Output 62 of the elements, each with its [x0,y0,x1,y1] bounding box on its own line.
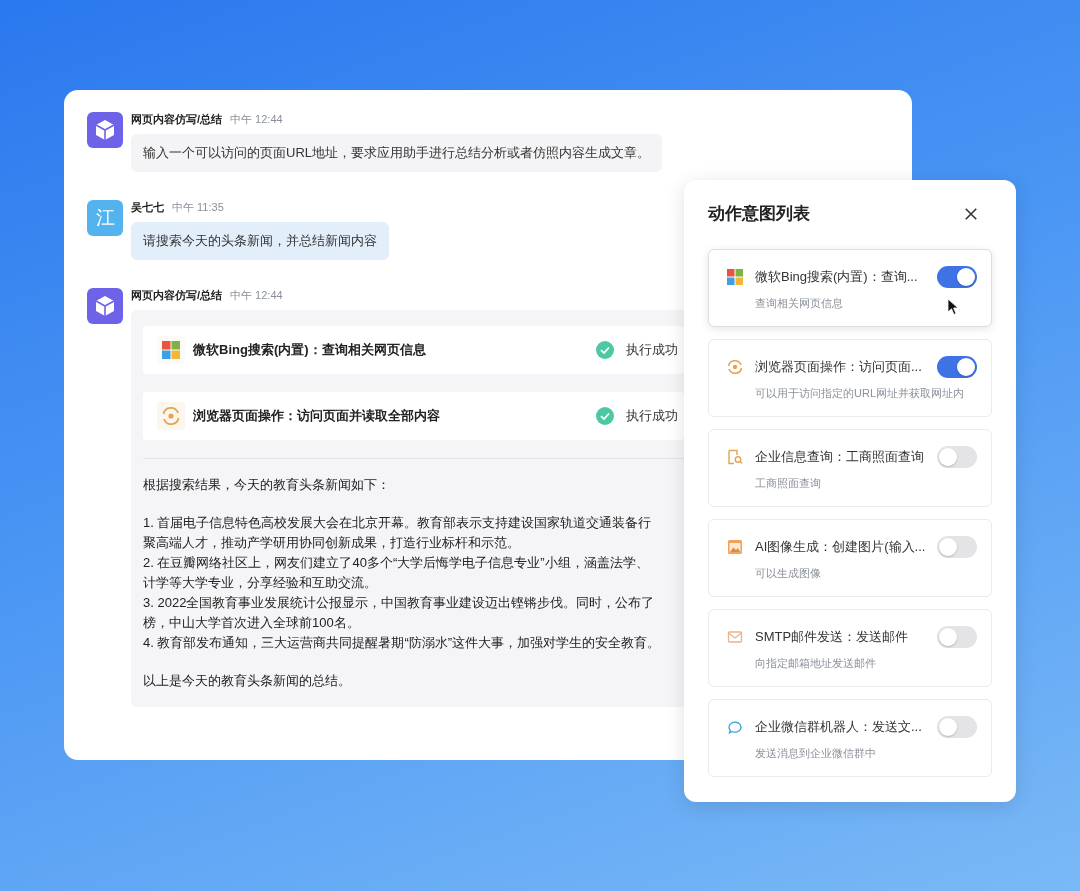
message-bubble: 输入一个可以访问的页面URL地址，要求应用助手进行总结分析或者仿照内容生成文章。 [131,134,662,172]
tool-call-row[interactable]: 浏览器页面操作：访问页面并读取全部内容 执行成功 [143,392,684,440]
author-name: 吴七七 [131,200,164,215]
toggle-switch[interactable] [937,446,977,468]
answer-text: 3. 2022全国教育事业发展统计公报显示，中国教育事业建设迈出铿锵步伐。同时，公布了 [143,594,655,612]
intent-description: 可以生成图像 [755,566,821,581]
cube-avatar-icon [87,288,123,324]
intent-description: 可以用于访问指定的URL网址并获取网址内 [755,386,964,401]
answer-text: 2. 在豆瓣网络社区上，网友们建立了40多个“大学后悔学电子信息专业”小组，涵盖法学、 [143,554,649,572]
user-avatar: 江 [87,200,123,236]
intent-description: 查询相关网页信息 [755,296,843,311]
answer-text: 以上是今天的教育头条新闻的总结。 [143,672,351,690]
tool-name: 浏览器页面操作：访问页面并读取全部内容 [193,407,440,425]
answer-text: 榜，中山大学首次进入全球前100名。 [143,614,360,632]
status-text: 执行成功 [626,407,678,425]
panel-title: 动作意图列表 [708,203,810,225]
toggle-switch[interactable] [937,266,977,288]
refresh-circle-icon [727,359,743,375]
intent-card[interactable]: 企业信息查询：工商照面查询 工商照面查询 [708,429,992,507]
intent-card[interactable]: SMTP邮件发送：发送邮件 向指定邮箱地址发送邮件 [708,609,992,687]
check-circle-icon [596,407,614,425]
author-name: 网页内容仿写/总结 [131,288,223,303]
answer-text: 计学等大学专业，分享经验和互助交流。 [143,574,377,592]
intent-description: 向指定邮箱地址发送邮件 [755,656,876,671]
toggle-switch[interactable] [937,626,977,648]
tool-name: 微软Bing搜索(内置)：查询相关网页信息 [193,341,426,359]
windows-grid-icon [157,336,185,364]
message-bubble: 请搜索今天的头条新闻，并总结新闻内容 [131,222,389,260]
intent-card[interactable]: 浏览器页面操作：访问页面... 可以用于访问指定的URL网址并获取网址内 [708,339,992,417]
intent-title: 微软Bing搜索(内置)：查询... [755,268,919,286]
intent-title: AI图像生成：创建图片(输入... [755,538,927,556]
intent-card[interactable]: 企业微信群机器人：发送文... 发送消息到企业微信群中 [708,699,992,777]
tool-call-row[interactable]: 微软Bing搜索(内置)：查询相关网页信息 执行成功 [143,326,684,374]
intent-card[interactable]: 微软Bing搜索(内置)：查询... 查询相关网页信息 [708,249,992,327]
answer-text: 根据搜索结果，今天的教育头条新闻如下： [143,476,390,494]
author-name: 网页内容仿写/总结 [131,112,223,127]
intent-title: SMTP邮件发送：发送邮件 [755,628,910,646]
intent-description: 发送消息到企业微信群中 [755,746,876,761]
intent-title: 浏览器页面操作：访问页面... [755,358,923,376]
answer-text: 聚高端人才，推动产学研用协同创新成果，打造行业标杆和示范。 [143,534,520,552]
status-text: 执行成功 [626,341,678,359]
intent-card[interactable]: AI图像生成：创建图片(输入... 可以生成图像 [708,519,992,597]
image-icon [727,539,743,555]
toggle-switch[interactable] [937,716,977,738]
answer-text: 4. 教育部发布通知，三大运营商共同提醒暑期“防溺水”这件大事，加强对学生的安全教育。 [143,634,661,652]
chat-bubble-icon [727,719,743,735]
message-time: 中午 12:44 [230,288,283,303]
close-icon[interactable] [964,206,978,221]
message-time: 中午 12:44 [230,112,283,127]
message-time: 中午 11:35 [172,200,224,215]
cube-avatar-icon [87,112,123,148]
answer-text: 1. 首届电子信息特色高校发展大会在北京开幕。教育部表示支持建设国家轨道交通装备行 [143,514,652,532]
toggle-switch[interactable] [937,356,977,378]
mail-icon [727,629,743,645]
intent-title: 企业微信群机器人：发送文... [755,718,923,736]
document-search-icon [727,449,743,465]
toggle-switch[interactable] [937,536,977,558]
intent-description: 工商照面查询 [755,476,821,491]
intent-title: 企业信息查询：工商照面查询 [755,448,925,466]
mouse-cursor-icon [947,298,959,316]
check-circle-icon [596,341,614,359]
windows-grid-icon [727,269,743,285]
